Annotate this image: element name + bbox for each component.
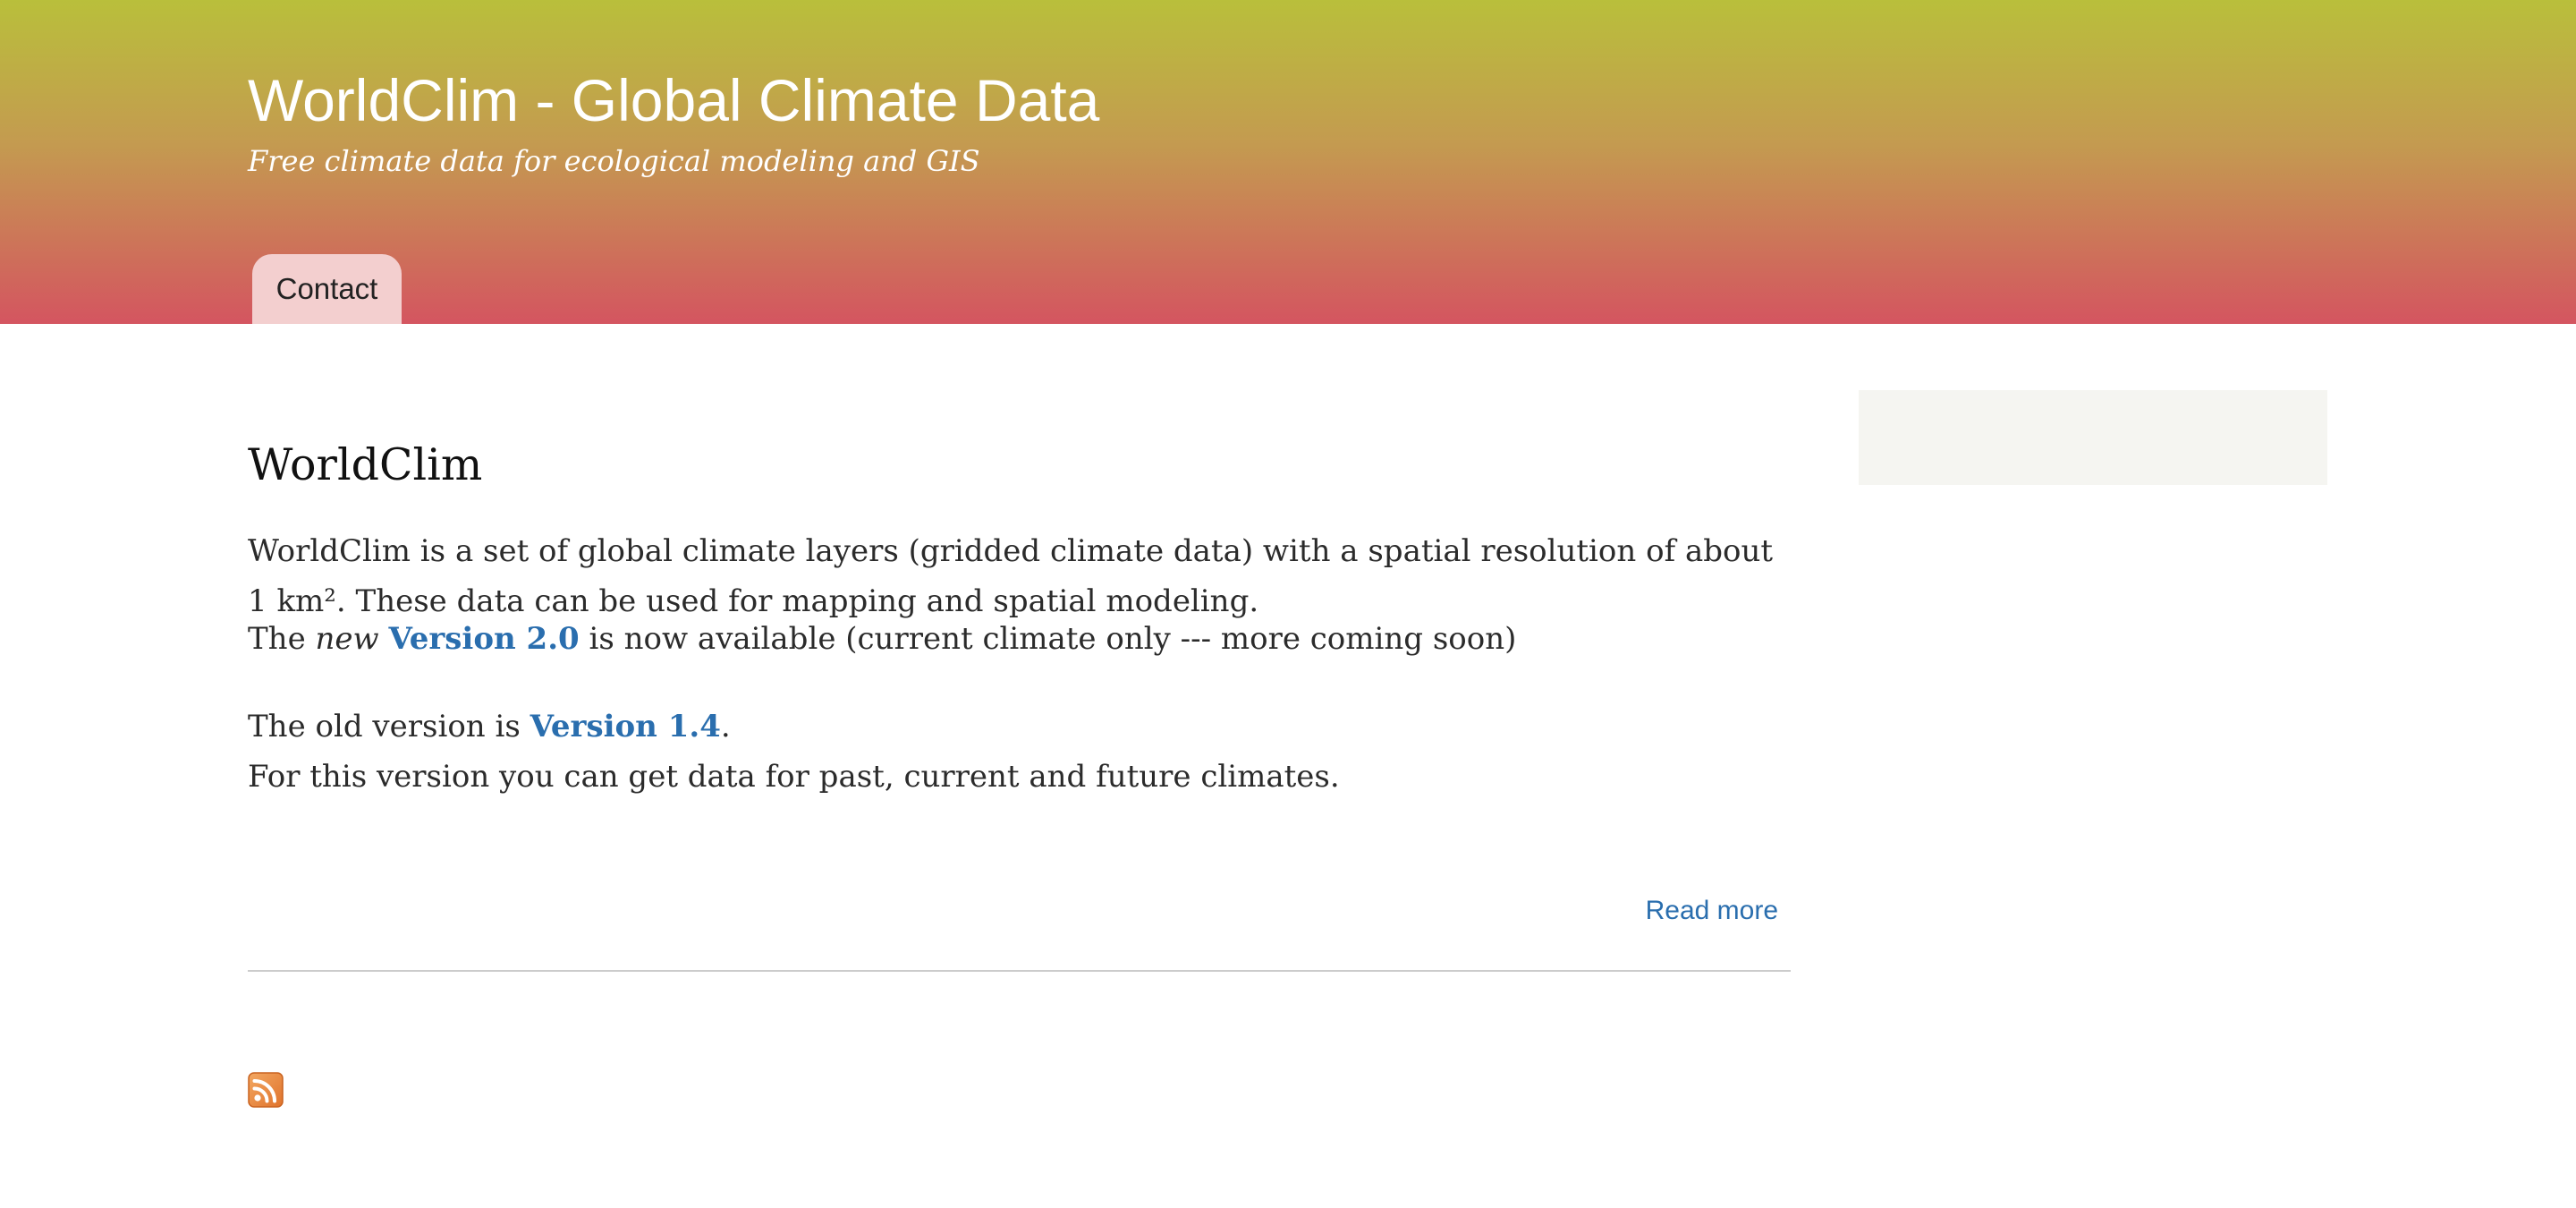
nav-tab-contact[interactable]: Contact <box>252 254 402 324</box>
version2-paragraph: The new Version 2.0 is now available (cu… <box>248 614 1791 664</box>
site-slogan: Free climate data for ecological modelin… <box>248 144 980 178</box>
version14-suffix: . <box>720 709 731 744</box>
rss-feed-icon[interactable] <box>248 1072 284 1108</box>
site-header: WorldClim - Global Climate Data Free cli… <box>0 0 2576 324</box>
intro-paragraph: WorldClim is a set of global climate lay… <box>248 533 1774 619</box>
version14-prefix: The old version is <box>248 709 530 744</box>
version2-emphasis: new <box>315 621 379 657</box>
version2-prefix: The <box>248 621 316 657</box>
sidebar-block <box>1859 390 2327 485</box>
rss-feed-icon-graphic <box>248 1072 284 1108</box>
version14-link[interactable]: Version 1.4 <box>530 709 721 744</box>
page-title[interactable]: WorldClim <box>248 437 482 494</box>
version14-paragraph: The old version is Version 1.4. For this … <box>248 702 1791 802</box>
version2-link[interactable]: Version 2.0 <box>388 621 579 657</box>
version14-note: For this version you can get data for pa… <box>248 759 1340 795</box>
content-divider <box>248 970 1791 972</box>
site-name[interactable]: WorldClim - Global Climate Data <box>248 64 1099 136</box>
read-more-link[interactable]: Read more <box>1646 893 1778 929</box>
version2-suffix: is now available (current climate only -… <box>579 621 1517 657</box>
